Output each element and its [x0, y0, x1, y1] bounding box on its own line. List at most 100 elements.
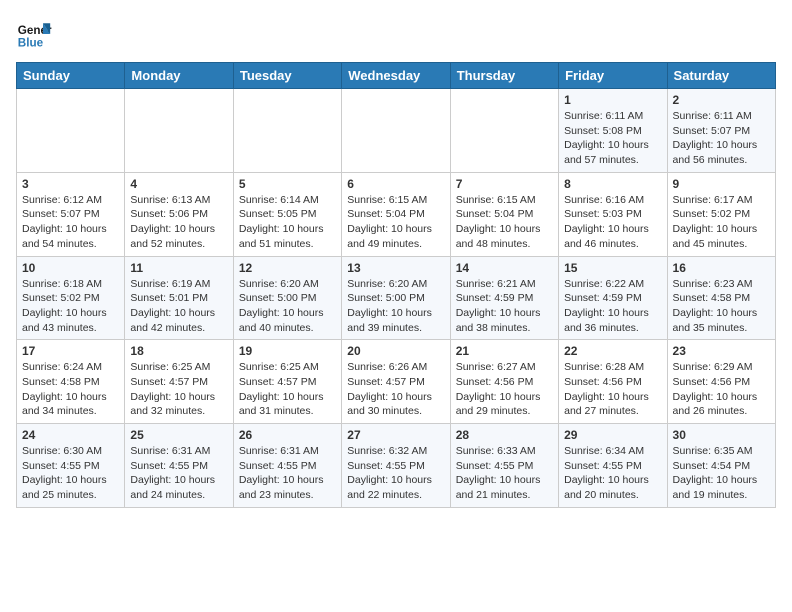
- weekday-header-saturday: Saturday: [667, 63, 775, 89]
- cell-info: Sunrise: 6:35 AMSunset: 4:54 PMDaylight:…: [673, 444, 770, 503]
- day-number: 20: [347, 344, 444, 358]
- day-number: 18: [130, 344, 227, 358]
- calendar-cell: 23 Sunrise: 6:29 AMSunset: 4:56 PMDayligh…: [667, 340, 775, 424]
- day-number: 23: [673, 344, 770, 358]
- cell-info: Sunrise: 6:27 AMSunset: 4:56 PMDaylight:…: [456, 360, 553, 419]
- day-number: 19: [239, 344, 336, 358]
- calendar-cell: 2 Sunrise: 6:11 AMSunset: 5:07 PMDaylight…: [667, 89, 775, 173]
- calendar-cell: 28 Sunrise: 6:33 AMSunset: 4:55 PMDayligh…: [450, 424, 558, 508]
- cell-info: Sunrise: 6:31 AMSunset: 4:55 PMDaylight:…: [239, 444, 336, 503]
- day-number: 16: [673, 261, 770, 275]
- calendar-cell: 22 Sunrise: 6:28 AMSunset: 4:56 PMDayligh…: [559, 340, 667, 424]
- cell-info: Sunrise: 6:20 AMSunset: 5:00 PMDaylight:…: [239, 277, 336, 336]
- cell-info: Sunrise: 6:18 AMSunset: 5:02 PMDaylight:…: [22, 277, 119, 336]
- weekday-header-friday: Friday: [559, 63, 667, 89]
- day-number: 27: [347, 428, 444, 442]
- calendar-cell: [17, 89, 125, 173]
- cell-info: Sunrise: 6:17 AMSunset: 5:02 PMDaylight:…: [673, 193, 770, 252]
- cell-info: Sunrise: 6:34 AMSunset: 4:55 PMDaylight:…: [564, 444, 661, 503]
- calendar-cell: [450, 89, 558, 173]
- cell-info: Sunrise: 6:23 AMSunset: 4:58 PMDaylight:…: [673, 277, 770, 336]
- day-number: 2: [673, 93, 770, 107]
- cell-info: Sunrise: 6:31 AMSunset: 4:55 PMDaylight:…: [130, 444, 227, 503]
- calendar-cell: 5 Sunrise: 6:14 AMSunset: 5:05 PMDaylight…: [233, 172, 341, 256]
- cell-info: Sunrise: 6:21 AMSunset: 4:59 PMDaylight:…: [456, 277, 553, 336]
- weekday-header-row: SundayMondayTuesdayWednesdayThursdayFrid…: [17, 63, 776, 89]
- day-number: 13: [347, 261, 444, 275]
- day-number: 28: [456, 428, 553, 442]
- svg-text:Blue: Blue: [18, 37, 44, 50]
- cell-info: Sunrise: 6:11 AMSunset: 5:07 PMDaylight:…: [673, 109, 770, 168]
- weekday-header-monday: Monday: [125, 63, 233, 89]
- calendar-cell: 8 Sunrise: 6:16 AMSunset: 5:03 PMDaylight…: [559, 172, 667, 256]
- day-number: 7: [456, 177, 553, 191]
- calendar-cell: 15Sunrise: 6:22 AMSunset: 4:59 PMDayligh…: [559, 256, 667, 340]
- day-number: 24: [22, 428, 119, 442]
- cell-info: Sunrise: 6:20 AMSunset: 5:00 PMDaylight:…: [347, 277, 444, 336]
- calendar-cell: 12 Sunrise: 6:20 AMSunset: 5:00 PMDayligh…: [233, 256, 341, 340]
- calendar-cell: 1 Sunrise: 6:11 AMSunset: 5:08 PMDaylight…: [559, 89, 667, 173]
- weekday-header-thursday: Thursday: [450, 63, 558, 89]
- calendar-cell: [125, 89, 233, 173]
- day-number: 8: [564, 177, 661, 191]
- cell-info: Sunrise: 6:15 AMSunset: 5:04 PMDaylight:…: [347, 193, 444, 252]
- cell-info: Sunrise: 6:29 AMSunset: 4:56 PMDaylight:…: [673, 360, 770, 419]
- cell-info: Sunrise: 6:16 AMSunset: 5:03 PMDaylight:…: [564, 193, 661, 252]
- logo: General Blue: [16, 16, 52, 52]
- calendar-week-row: 10 Sunrise: 6:18 AMSunset: 5:02 PMDayligh…: [17, 256, 776, 340]
- cell-info: Sunrise: 6:11 AMSunset: 5:08 PMDaylight:…: [564, 109, 661, 168]
- day-number: 1: [564, 93, 661, 107]
- day-number: 21: [456, 344, 553, 358]
- day-number: 22: [564, 344, 661, 358]
- calendar-cell: 13 Sunrise: 6:20 AMSunset: 5:00 PMDayligh…: [342, 256, 450, 340]
- cell-info: Sunrise: 6:25 AMSunset: 4:57 PMDaylight:…: [130, 360, 227, 419]
- day-number: 10: [22, 261, 119, 275]
- day-number: 14: [456, 261, 553, 275]
- cell-info: Sunrise: 6:15 AMSunset: 5:04 PMDaylight:…: [456, 193, 553, 252]
- calendar-cell: 25Sunrise: 6:31 AMSunset: 4:55 PMDayligh…: [125, 424, 233, 508]
- day-number: 30: [673, 428, 770, 442]
- calendar-cell: 11Sunrise: 6:19 AMSunset: 5:01 PMDayligh…: [125, 256, 233, 340]
- weekday-header-sunday: Sunday: [17, 63, 125, 89]
- calendar-week-row: 3 Sunrise: 6:12 AMSunset: 5:07 PMDaylight…: [17, 172, 776, 256]
- calendar-cell: 24 Sunrise: 6:30 AMSunset: 4:55 PMDayligh…: [17, 424, 125, 508]
- calendar-table: SundayMondayTuesdayWednesdayThursdayFrid…: [16, 62, 776, 508]
- cell-info: Sunrise: 6:14 AMSunset: 5:05 PMDaylight:…: [239, 193, 336, 252]
- day-number: 3: [22, 177, 119, 191]
- calendar-cell: 29 Sunrise: 6:34 AMSunset: 4:55 PMDayligh…: [559, 424, 667, 508]
- day-number: 12: [239, 261, 336, 275]
- calendar-cell: 6 Sunrise: 6:15 AMSunset: 5:04 PMDaylight…: [342, 172, 450, 256]
- cell-info: Sunrise: 6:30 AMSunset: 4:55 PMDaylight:…: [22, 444, 119, 503]
- calendar-week-row: 17Sunrise: 6:24 AMSunset: 4:58 PMDayligh…: [17, 340, 776, 424]
- day-number: 9: [673, 177, 770, 191]
- calendar-cell: 9 Sunrise: 6:17 AMSunset: 5:02 PMDaylight…: [667, 172, 775, 256]
- cell-info: Sunrise: 6:12 AMSunset: 5:07 PMDaylight:…: [22, 193, 119, 252]
- weekday-header-wednesday: Wednesday: [342, 63, 450, 89]
- calendar-cell: 16 Sunrise: 6:23 AMSunset: 4:58 PMDayligh…: [667, 256, 775, 340]
- calendar-cell: 4 Sunrise: 6:13 AMSunset: 5:06 PMDaylight…: [125, 172, 233, 256]
- day-number: 4: [130, 177, 227, 191]
- calendar-cell: 3 Sunrise: 6:12 AMSunset: 5:07 PMDaylight…: [17, 172, 125, 256]
- day-number: 6: [347, 177, 444, 191]
- weekday-header-tuesday: Tuesday: [233, 63, 341, 89]
- logo-icon: General Blue: [16, 16, 52, 52]
- day-number: 29: [564, 428, 661, 442]
- calendar-week-row: 1 Sunrise: 6:11 AMSunset: 5:08 PMDaylight…: [17, 89, 776, 173]
- cell-info: Sunrise: 6:26 AMSunset: 4:57 PMDaylight:…: [347, 360, 444, 419]
- calendar-week-row: 24 Sunrise: 6:30 AMSunset: 4:55 PMDayligh…: [17, 424, 776, 508]
- day-number: 26: [239, 428, 336, 442]
- calendar-cell: [233, 89, 341, 173]
- day-number: 5: [239, 177, 336, 191]
- calendar-cell: 10 Sunrise: 6:18 AMSunset: 5:02 PMDayligh…: [17, 256, 125, 340]
- calendar-cell: 21 Sunrise: 6:27 AMSunset: 4:56 PMDayligh…: [450, 340, 558, 424]
- calendar-cell: 14 Sunrise: 6:21 AMSunset: 4:59 PMDayligh…: [450, 256, 558, 340]
- calendar-cell: 30 Sunrise: 6:35 AMSunset: 4:54 PMDayligh…: [667, 424, 775, 508]
- cell-info: Sunrise: 6:28 AMSunset: 4:56 PMDaylight:…: [564, 360, 661, 419]
- calendar-cell: 27 Sunrise: 6:32 AMSunset: 4:55 PMDayligh…: [342, 424, 450, 508]
- cell-info: Sunrise: 6:32 AMSunset: 4:55 PMDaylight:…: [347, 444, 444, 503]
- cell-info: Sunrise: 6:13 AMSunset: 5:06 PMDaylight:…: [130, 193, 227, 252]
- cell-info: Sunrise: 6:33 AMSunset: 4:55 PMDaylight:…: [456, 444, 553, 503]
- calendar-cell: 19Sunrise: 6:25 AMSunset: 4:57 PMDayligh…: [233, 340, 341, 424]
- calendar-cell: 20 Sunrise: 6:26 AMSunset: 4:57 PMDayligh…: [342, 340, 450, 424]
- cell-info: Sunrise: 6:19 AMSunset: 5:01 PMDaylight:…: [130, 277, 227, 336]
